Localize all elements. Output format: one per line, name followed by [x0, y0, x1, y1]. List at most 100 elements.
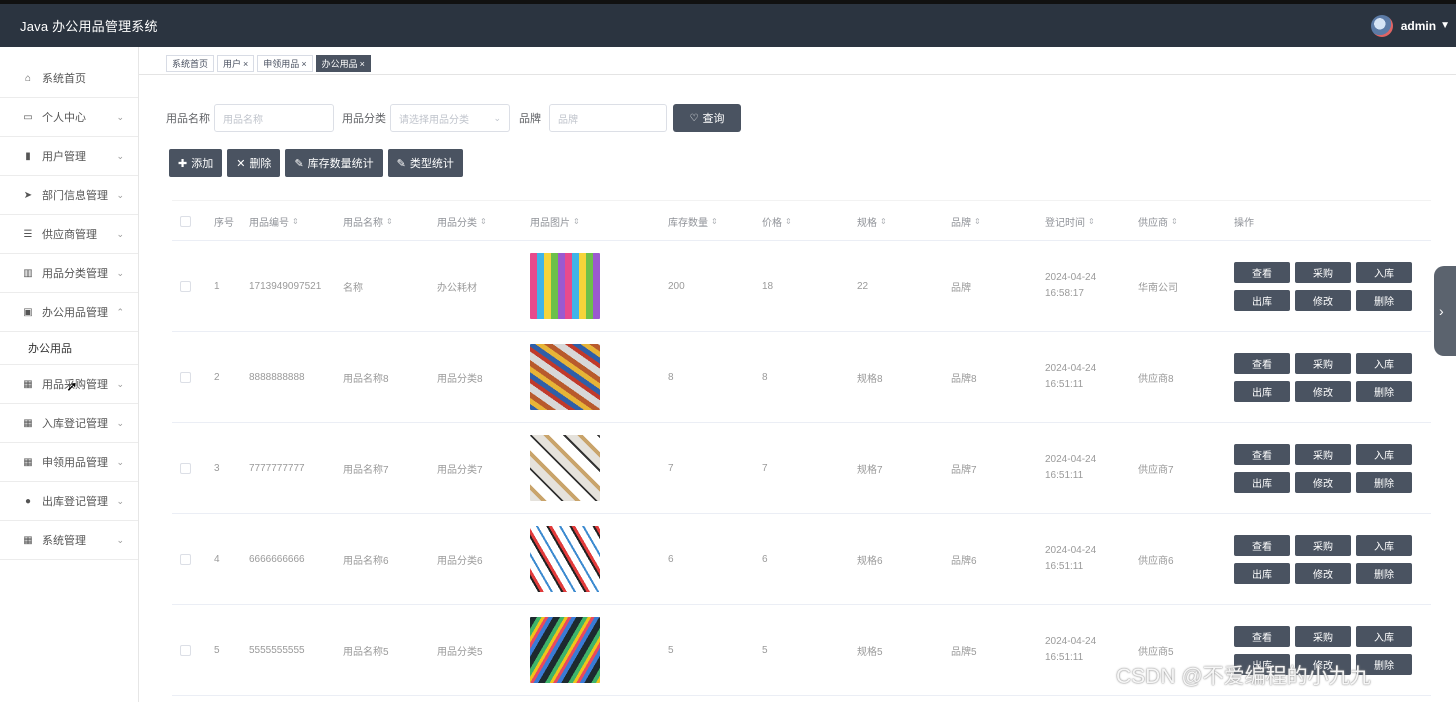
row-op-button[interactable]: 采购	[1295, 352, 1351, 374]
sidebar-item[interactable]: ● 出库登记管理 ⌄	[0, 482, 138, 521]
supplier-cell-text: 供应商8	[1138, 373, 1174, 385]
row-op-button[interactable]: 查看	[1234, 625, 1290, 647]
query-button[interactable]: ♡ 查询	[673, 104, 741, 132]
sort-icon[interactable]: ⇕	[785, 217, 792, 226]
action-button[interactable]: ✚ 添加	[169, 149, 223, 177]
column-header[interactable]: 价格 ⇕	[762, 201, 792, 242]
tab[interactable]: 用户 ×	[217, 55, 255, 72]
sort-icon[interactable]: ⇕	[480, 217, 487, 226]
row-op-button[interactable]: 采购	[1295, 443, 1351, 465]
row-op-button[interactable]: 入库	[1356, 261, 1412, 283]
sort-icon[interactable]: ⇕	[711, 217, 718, 226]
stock-cell-text: 8	[668, 371, 674, 383]
row-op-button[interactable]: 删除	[1356, 471, 1412, 493]
row-op-button[interactable]: 入库	[1356, 443, 1412, 465]
collapse-handle[interactable]: ›	[1434, 266, 1456, 356]
row-op-button[interactable]: 出库	[1234, 562, 1290, 584]
column-header[interactable]: 用品名称 ⇕	[343, 201, 393, 242]
sidebar-item[interactable]: ➤ 部门信息管理 ⌄	[0, 176, 138, 215]
sort-icon[interactable]: ⇕	[573, 217, 580, 226]
sidebar-item-label: 出库登记管理	[42, 496, 108, 508]
category-cell-text: 用品分类8	[437, 373, 483, 385]
row-op-button[interactable]: 修改	[1295, 562, 1351, 584]
name-input[interactable]: 用品名称	[214, 104, 334, 132]
row-op-button[interactable]: 出库	[1234, 289, 1290, 311]
column-header[interactable]: 用品编号 ⇕	[249, 201, 299, 242]
sort-icon[interactable]: ⇕	[1088, 217, 1095, 226]
sort-icon[interactable]: ⇕	[974, 217, 981, 226]
spec-cell: 规格8	[857, 332, 883, 422]
tab[interactable]: 系统首页	[166, 55, 215, 72]
row-op-button[interactable]: 修改	[1295, 380, 1351, 402]
row-op-button[interactable]: 出库	[1234, 471, 1290, 493]
action-button[interactable]: ✎ 库存数量统计	[285, 149, 383, 177]
user-name[interactable]: admin	[1401, 19, 1436, 33]
row-op-button[interactable]: 删除	[1356, 380, 1412, 402]
sidebar-item-label: 用户管理	[42, 151, 86, 163]
column-header[interactable]: 用品分类 ⇕	[437, 201, 487, 242]
column-header-label: 供应商	[1138, 218, 1168, 229]
sort-icon[interactable]: ⇕	[292, 217, 299, 226]
sidebar-item[interactable]: ▣ 办公用品管理 ⌃	[0, 293, 138, 332]
sidebar-item[interactable]: ▭ 个人中心 ⌄	[0, 98, 138, 137]
row-op-button[interactable]: 查看	[1234, 443, 1290, 465]
brand-input[interactable]: 品牌	[549, 104, 667, 132]
row-op-button[interactable]: 入库	[1356, 534, 1412, 556]
row-op-button[interactable]: 采购	[1295, 261, 1351, 283]
action-button[interactable]: ✕ 删除	[227, 149, 281, 177]
product-image	[530, 435, 600, 501]
sidebar-item[interactable]: ▦ 申领用品管理 ⌄	[0, 443, 138, 482]
select-all-checkbox[interactable]	[180, 216, 191, 227]
code-cell: 7777777777	[249, 423, 305, 513]
user-menu[interactable]: admin ▼	[1370, 14, 1450, 37]
row-op-button[interactable]: 修改	[1295, 289, 1351, 311]
row-op-button[interactable]: 采购	[1295, 625, 1351, 647]
row-op-button[interactable]: 入库	[1356, 352, 1412, 374]
sidebar-item[interactable]: ☰ 供应商管理 ⌄	[0, 215, 138, 254]
avatar[interactable]	[1370, 14, 1393, 37]
column-header[interactable]: 用品图片 ⇕	[530, 201, 580, 242]
row-checkbox[interactable]	[180, 371, 191, 383]
sidebar-item[interactable]: ▥ 用品分类管理 ⌄	[0, 254, 138, 293]
name-cell: 用品名称8	[343, 332, 389, 422]
operations-cell: 查看 采购 入库出库 修改 删除	[1234, 332, 1412, 422]
column-header[interactable]: 规格 ⇕	[857, 201, 887, 242]
row-checkbox[interactable]	[180, 644, 191, 656]
action-button[interactable]: ✎ 类型统计	[387, 149, 463, 177]
row-op-button[interactable]: 删除	[1356, 289, 1412, 311]
row-op-button[interactable]: 查看	[1234, 534, 1290, 556]
caret-down-icon[interactable]: ▼	[1440, 20, 1450, 31]
row-op-button[interactable]: 查看	[1234, 352, 1290, 374]
row-op-button[interactable]: 查看	[1234, 261, 1290, 283]
sidebar-subitem-office-supplies[interactable]: 办公用品	[0, 332, 138, 365]
close-icon[interactable]: ×	[301, 59, 306, 69]
category-cell: 用品分类8	[437, 332, 483, 422]
column-header[interactable]: 库存数量 ⇕	[668, 201, 718, 242]
row-checkbox[interactable]	[180, 280, 191, 292]
column-header[interactable]: 供应商 ⇕	[1138, 201, 1178, 242]
close-icon[interactable]: ×	[243, 59, 248, 69]
column-header[interactable]: 登记时间 ⇕	[1045, 201, 1095, 242]
row-op-button[interactable]: 删除	[1356, 562, 1412, 584]
tab[interactable]: 办公用品 ×	[315, 55, 371, 72]
time-cell-text: 2024-04-24 16:51:11	[1045, 363, 1097, 390]
sort-icon[interactable]: ⇕	[1171, 217, 1178, 226]
category-select[interactable]: 请选择用品分类 ⌄	[390, 104, 510, 132]
row-op-button[interactable]: 采购	[1295, 534, 1351, 556]
sort-icon[interactable]: ⇕	[880, 217, 887, 226]
row-op-button[interactable]: 修改	[1295, 471, 1351, 493]
sidebar-item[interactable]: ▮ 用户管理 ⌄	[0, 137, 138, 176]
operations-cell: 查看 采购 入库出库 修改 删除	[1234, 514, 1412, 604]
sidebar-item[interactable]: ▦ 入库登记管理 ⌄	[0, 404, 138, 443]
row-checkbox[interactable]	[180, 462, 191, 474]
sidebar-item[interactable]: ▦ 系统管理 ⌄	[0, 521, 138, 560]
sort-icon[interactable]: ⇕	[386, 217, 393, 226]
row-checkbox[interactable]	[180, 553, 191, 565]
tab[interactable]: 申领用品 ×	[257, 55, 313, 72]
image-cell	[530, 423, 600, 513]
row-op-button[interactable]: 出库	[1234, 380, 1290, 402]
row-op-button[interactable]: 入库	[1356, 625, 1412, 647]
sidebar-item[interactable]: ⌂ 系统首页	[0, 59, 138, 98]
close-icon[interactable]: ×	[360, 59, 365, 69]
column-header[interactable]: 品牌 ⇕	[951, 201, 981, 242]
